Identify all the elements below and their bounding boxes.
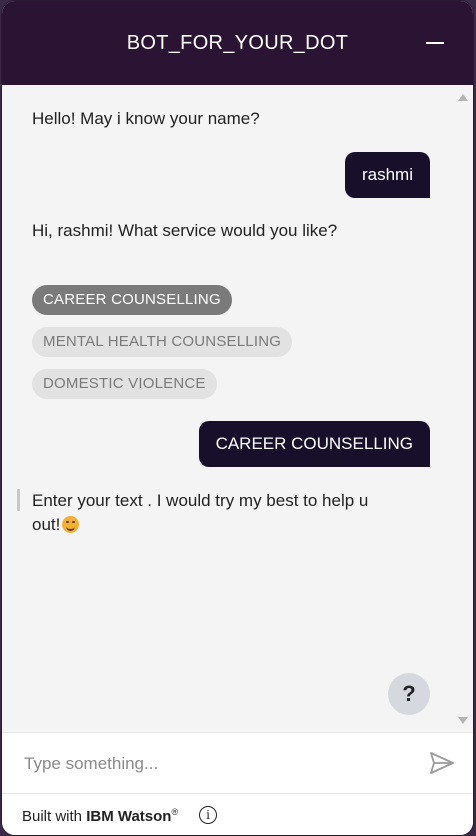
send-button[interactable]: [429, 750, 455, 776]
chat-widget: BOT_FOR_YOUR_DOT Hello! May i know your …: [1, 0, 474, 836]
registered-mark: ®: [171, 807, 179, 817]
scroll-up-arrow-icon[interactable]: [458, 94, 468, 101]
bot-message: Hello! May i know your name?: [32, 109, 260, 128]
smiling-face-icon: [62, 516, 80, 533]
help-button[interactable]: ?: [388, 673, 430, 715]
send-icon: [430, 752, 454, 774]
bot-message: Enter your text . I would try my best to…: [32, 489, 432, 537]
brand-name: IBM Watson: [86, 808, 172, 825]
info-icon[interactable]: i: [199, 806, 217, 824]
chat-header: BOT_FOR_YOUR_DOT: [2, 1, 473, 85]
message-list[interactable]: Hello! May i know your name? rashmi Hi, …: [2, 85, 473, 731]
minimize-icon: [426, 42, 444, 44]
footer: Built with IBM Watson® i: [2, 793, 473, 835]
option-career-counselling[interactable]: CAREER COUNSELLING: [32, 285, 232, 315]
user-message: rashmi: [344, 152, 430, 198]
user-message: CAREER COUNSELLING: [198, 421, 430, 467]
minimize-button[interactable]: [421, 31, 449, 55]
built-with-text: Built with IBM Watson®: [22, 807, 178, 825]
option-domestic-violence[interactable]: DOMESTIC VIOLENCE: [32, 369, 217, 399]
bot-message-line1: Enter your text . I would try my best to…: [32, 491, 369, 510]
message-accent-bar: [17, 489, 20, 511]
scroll-down-arrow-icon[interactable]: [458, 717, 468, 724]
built-with-label: Built with: [22, 808, 83, 825]
bot-message: Hi, rashmi! What service would you like?: [32, 221, 338, 240]
option-mental-health-counselling[interactable]: MENTAL HEALTH COUNSELLING: [32, 327, 293, 357]
chat-title: BOT_FOR_YOUR_DOT: [126, 32, 349, 54]
message-input[interactable]: [22, 747, 406, 781]
message-input-bar: [2, 732, 473, 793]
bot-message-line2: out!: [32, 515, 61, 534]
